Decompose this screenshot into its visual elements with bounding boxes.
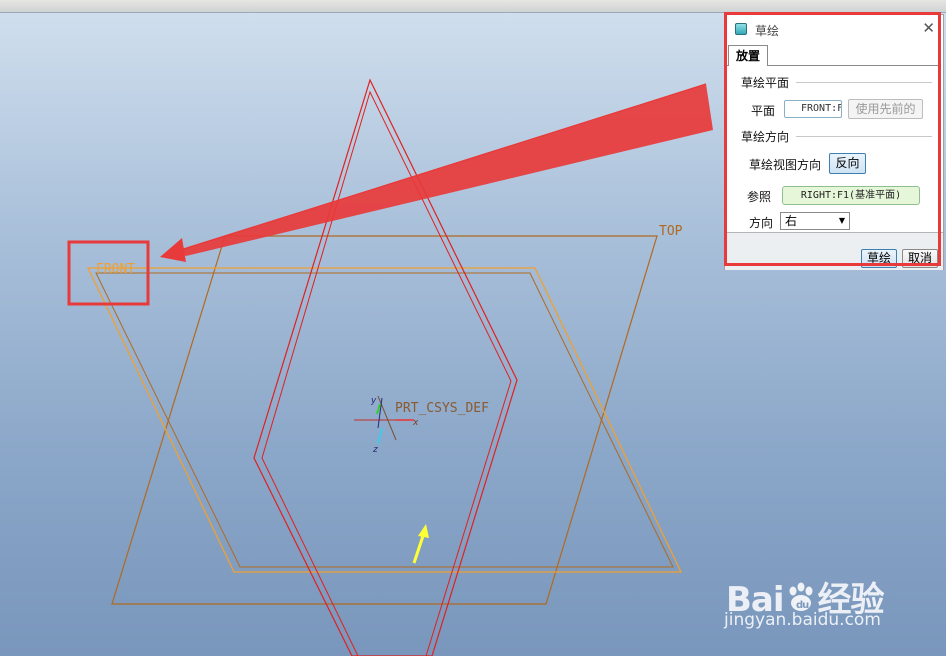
plane-label: 平面 xyxy=(751,104,776,118)
sketch-button[interactable]: 草绘 xyxy=(861,249,897,268)
top-plane-label: TOP xyxy=(659,224,683,239)
annotation-arrow xyxy=(160,83,713,262)
y-axis-label: y xyxy=(370,396,377,406)
tab-placement[interactable]: 放置 xyxy=(728,45,768,66)
reference-label: 参照 xyxy=(747,190,772,204)
cancel-button[interactable]: 取消 xyxy=(902,249,938,268)
dialog-footer: 草绘 取消 xyxy=(725,232,943,270)
csys-label: PRT_CSYS_DEF xyxy=(395,401,489,416)
orientation-label: 方向 xyxy=(749,216,774,230)
sketch-plane-heading: 草绘平面 xyxy=(741,76,790,90)
sketch-dialog[interactable]: 草绘 ✕ 放置 草绘平面 平面 FRONT:F 使用先前的 草绘方向 草绘视图方… xyxy=(724,14,944,270)
divider xyxy=(796,136,932,137)
placement-panel: 草绘平面 平面 FRONT:F 使用先前的 草绘方向 草绘视图方向 反向 参照 … xyxy=(726,65,941,232)
sketch-direction-arrow[interactable] xyxy=(412,524,429,564)
dialog-title: 草绘 xyxy=(755,24,780,38)
chevron-down-icon: ▼ xyxy=(838,216,845,225)
dialog-title-bar[interactable]: 草绘 ✕ xyxy=(725,15,943,45)
plane-field[interactable]: FRONT:F xyxy=(784,100,842,118)
x-axis-label: x xyxy=(412,418,419,428)
reference-field[interactable]: RIGHT:F1(基准平面) xyxy=(782,186,920,205)
close-icon[interactable]: ✕ xyxy=(922,19,935,37)
front-plane-label: FRONT xyxy=(96,262,135,277)
sketch-orientation-heading: 草绘方向 xyxy=(741,130,790,144)
flip-button[interactable]: 反向 xyxy=(829,153,866,174)
divider xyxy=(796,82,932,83)
orientation-value: 右 xyxy=(785,214,798,228)
use-previous-button[interactable]: 使用先前的 xyxy=(848,99,923,119)
sketch-icon xyxy=(735,23,747,35)
z-axis-label: z xyxy=(372,445,378,455)
orientation-select[interactable]: 右 ▼ xyxy=(780,212,850,230)
view-direction-label: 草绘视图方向 xyxy=(749,158,822,172)
